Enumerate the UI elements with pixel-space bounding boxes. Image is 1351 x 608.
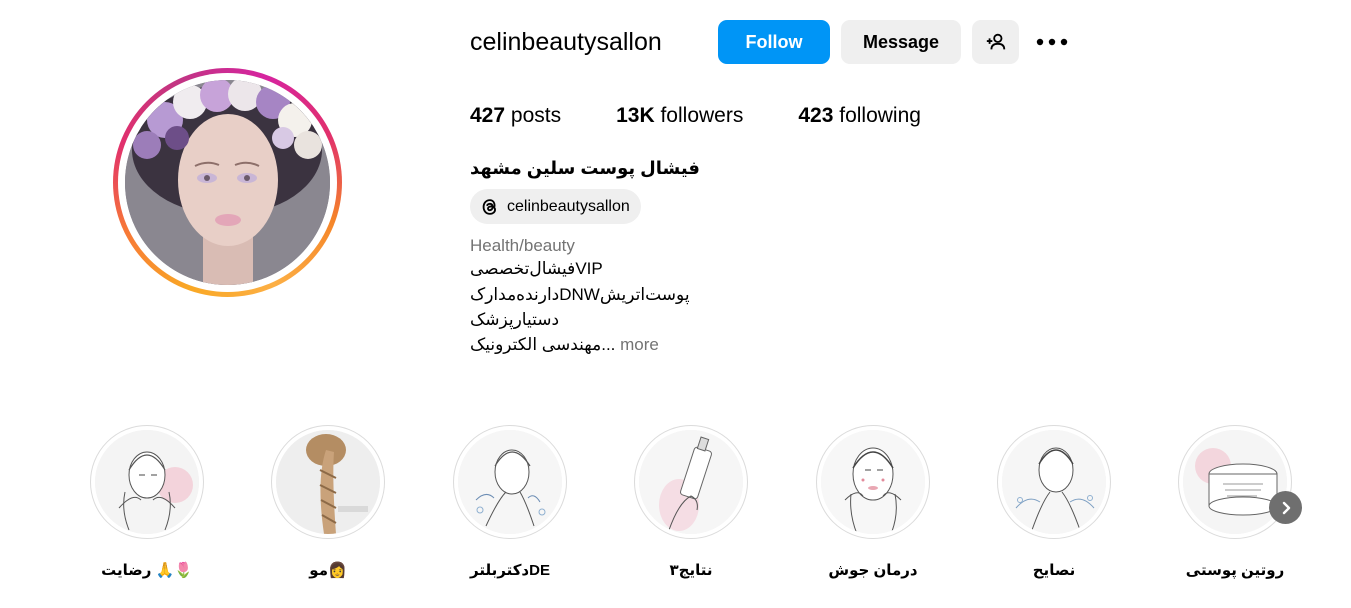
highlight-cover: [95, 430, 199, 534]
avatar-portrait-image: [125, 80, 330, 285]
highlight-item[interactable]: نصایح: [996, 425, 1112, 579]
highlight-ring: [997, 425, 1111, 539]
highlight-cover: [1002, 430, 1106, 534]
serum-bottle-sketch-icon: [639, 430, 743, 534]
avatar-inner-border: [118, 73, 337, 292]
chevron-right-icon: [1282, 501, 1290, 514]
profile-full-name: فیشال پوست سلین مشهد: [470, 158, 700, 178]
highlight-label: درمان جوش: [828, 562, 918, 579]
bio-line-3: دستیارپزشک: [470, 310, 560, 329]
add-person-icon: [986, 33, 1005, 50]
highlight-ring: [1178, 425, 1292, 539]
highlight-label: روتین پوستی: [1185, 562, 1285, 579]
followers-stat[interactable]: 13K followers: [616, 104, 743, 128]
threads-link[interactable]: celinbeautysallon: [470, 189, 641, 224]
face-splash-sketch-icon: [1002, 430, 1106, 534]
highlight-label: مو👩: [309, 562, 347, 579]
highlight-label: دکتربلترDE: [470, 562, 550, 579]
followers-label: followers: [660, 104, 744, 127]
posts-label: posts: [510, 104, 562, 127]
posts-stat: 427 posts: [470, 104, 561, 128]
highlight-cover: [1183, 430, 1287, 534]
cream-jar-sketch-icon: [1183, 430, 1287, 534]
avatar-photo: [125, 80, 330, 285]
profile-stats: 427 posts 13K followers 423 following: [470, 104, 976, 128]
profile-username: celinbeautysallon: [470, 28, 662, 56]
following-stat[interactable]: 423 following: [798, 104, 921, 128]
highlight-label: رضایت 🙏🌷: [101, 562, 193, 579]
highlights-next-button[interactable]: [1269, 491, 1302, 524]
highlight-ring: [271, 425, 385, 539]
bio-line-4-text: مهندسی الکترونیک...: [470, 335, 616, 354]
suggested-accounts-button[interactable]: [972, 20, 1019, 64]
follow-button[interactable]: Follow: [718, 20, 830, 64]
posts-count: 427: [470, 104, 506, 127]
followers-count: 13K: [616, 104, 655, 127]
following-label: following: [839, 104, 921, 127]
highlight-cover: [276, 430, 380, 534]
highlight-cover: [821, 430, 925, 534]
face-wash-sketch-icon: [458, 430, 562, 534]
highlight-label: نتایج۳: [669, 562, 713, 579]
braid-sketch-icon: [276, 430, 380, 534]
more-options-button[interactable]: [1034, 20, 1070, 64]
highlight-item[interactable]: دکتربلترDE: [452, 425, 568, 579]
more-horizontal-icon: [1036, 38, 1068, 46]
profile-category: Health/beauty: [470, 236, 575, 255]
highlight-label: نصایح: [1032, 562, 1076, 579]
bio-more-link[interactable]: more: [620, 335, 659, 354]
highlight-item[interactable]: درمان جوش: [815, 425, 931, 579]
highlight-item[interactable]: مو👩: [270, 425, 386, 579]
highlight-cover: [458, 430, 562, 534]
highlight-ring: [453, 425, 567, 539]
highlight-item[interactable]: رضایت 🙏🌷: [89, 425, 205, 579]
bio-line-1: فیشال‌تخصصیVIP: [470, 259, 603, 278]
bio-line-4: مهندسی الکترونیک... more: [470, 335, 659, 355]
highlight-cover: [639, 430, 743, 534]
acne-face-sketch-icon: [821, 430, 925, 534]
highlight-item[interactable]: نتایج۳: [633, 425, 749, 579]
highlight-ring: [90, 425, 204, 539]
highlight-ring: [816, 425, 930, 539]
threads-handle: celinbeautysallon: [507, 197, 630, 215]
profile-avatar[interactable]: [113, 68, 342, 297]
face-care-sketch-icon: [95, 430, 199, 534]
highlight-ring: [634, 425, 748, 539]
threads-icon: [482, 198, 496, 215]
message-button[interactable]: Message: [841, 20, 961, 64]
bio-line-2: دارنده‌مدارکDNWپوست‌اتریش: [470, 285, 690, 304]
following-count: 423: [798, 104, 834, 127]
